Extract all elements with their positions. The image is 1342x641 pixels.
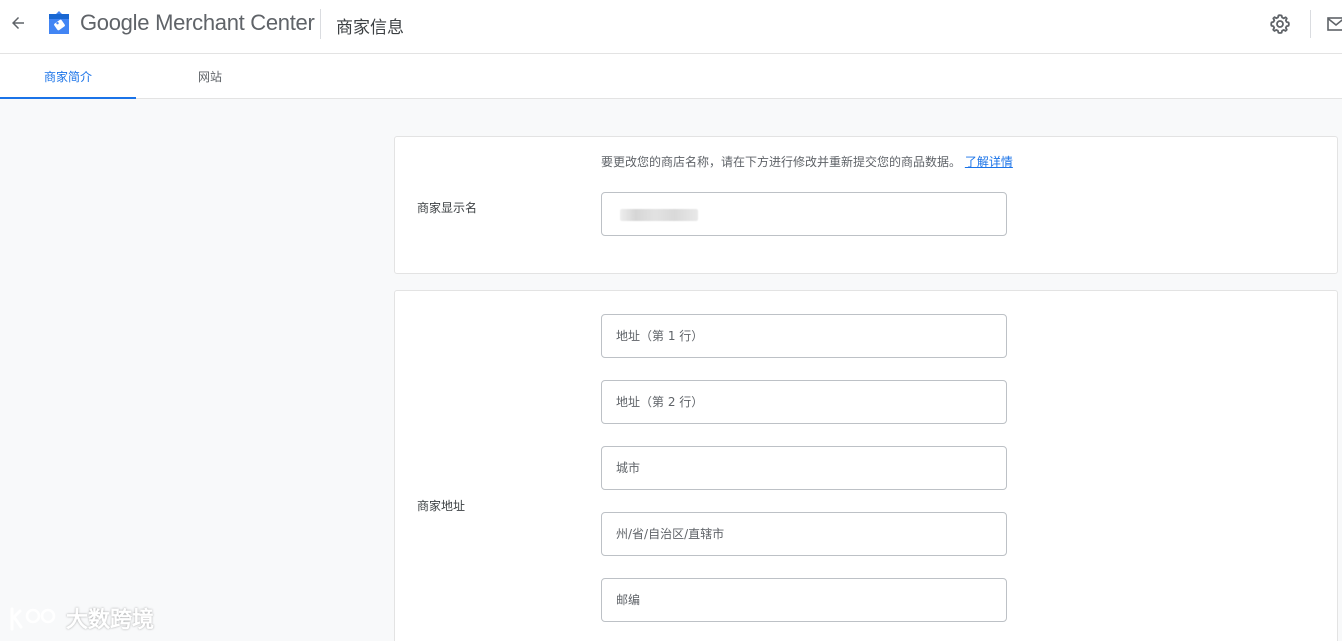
display-name-hint: 要更改您的商店名称，请在下方进行修改并重新提交您的商品数据。 了解详情 bbox=[601, 153, 1013, 170]
address-line1-input[interactable] bbox=[601, 314, 1007, 358]
watermark: 大数跨境 bbox=[8, 600, 154, 636]
back-button[interactable] bbox=[6, 11, 30, 35]
app-header: Google Merchant Center 商家信息 bbox=[0, 0, 1342, 54]
product-brand[interactable]: Google Merchant Center bbox=[80, 10, 315, 38]
state-province-input[interactable] bbox=[601, 512, 1007, 556]
redacted-value bbox=[620, 209, 698, 221]
header-divider bbox=[320, 9, 321, 39]
tab-business-profile[interactable]: 商家简介 bbox=[0, 54, 136, 99]
brand-product-text: Merchant Center bbox=[155, 10, 315, 35]
watermark-logo-icon bbox=[10, 607, 56, 631]
brand-google-text: Google bbox=[80, 10, 150, 35]
arrow-left-icon bbox=[12, 17, 24, 29]
display-name-label: 商家显示名 bbox=[417, 201, 478, 215]
settings-button[interactable] bbox=[1268, 12, 1292, 36]
notifications-button[interactable] bbox=[1326, 14, 1342, 34]
watermark-text: 大数跨境 bbox=[66, 608, 155, 633]
postal-code-input[interactable] bbox=[601, 578, 1007, 622]
city-input[interactable] bbox=[601, 446, 1007, 490]
page-title: 商家信息 bbox=[336, 18, 404, 38]
display-name-hint-text: 要更改您的商店名称，请在下方进行修改并重新提交您的商品数据。 bbox=[601, 155, 962, 169]
mail-icon bbox=[1327, 17, 1342, 31]
address-line2-input[interactable] bbox=[601, 380, 1007, 424]
tab-bar: 商家简介 网站 bbox=[0, 54, 1342, 99]
display-name-card: 要更改您的商店名称，请在下方进行修改并重新提交您的商品数据。 了解详情 商家显示… bbox=[394, 136, 1338, 274]
gear-icon bbox=[1270, 14, 1290, 34]
address-label: 商家地址 bbox=[417, 499, 466, 513]
merchant-center-logo-icon bbox=[49, 11, 69, 34]
tab-website[interactable]: 网站 bbox=[160, 54, 260, 98]
learn-more-link[interactable]: 了解详情 bbox=[965, 155, 1013, 169]
header-divider-right bbox=[1310, 10, 1311, 38]
display-name-input[interactable] bbox=[601, 192, 1007, 236]
address-card: 商家地址 bbox=[394, 290, 1338, 641]
